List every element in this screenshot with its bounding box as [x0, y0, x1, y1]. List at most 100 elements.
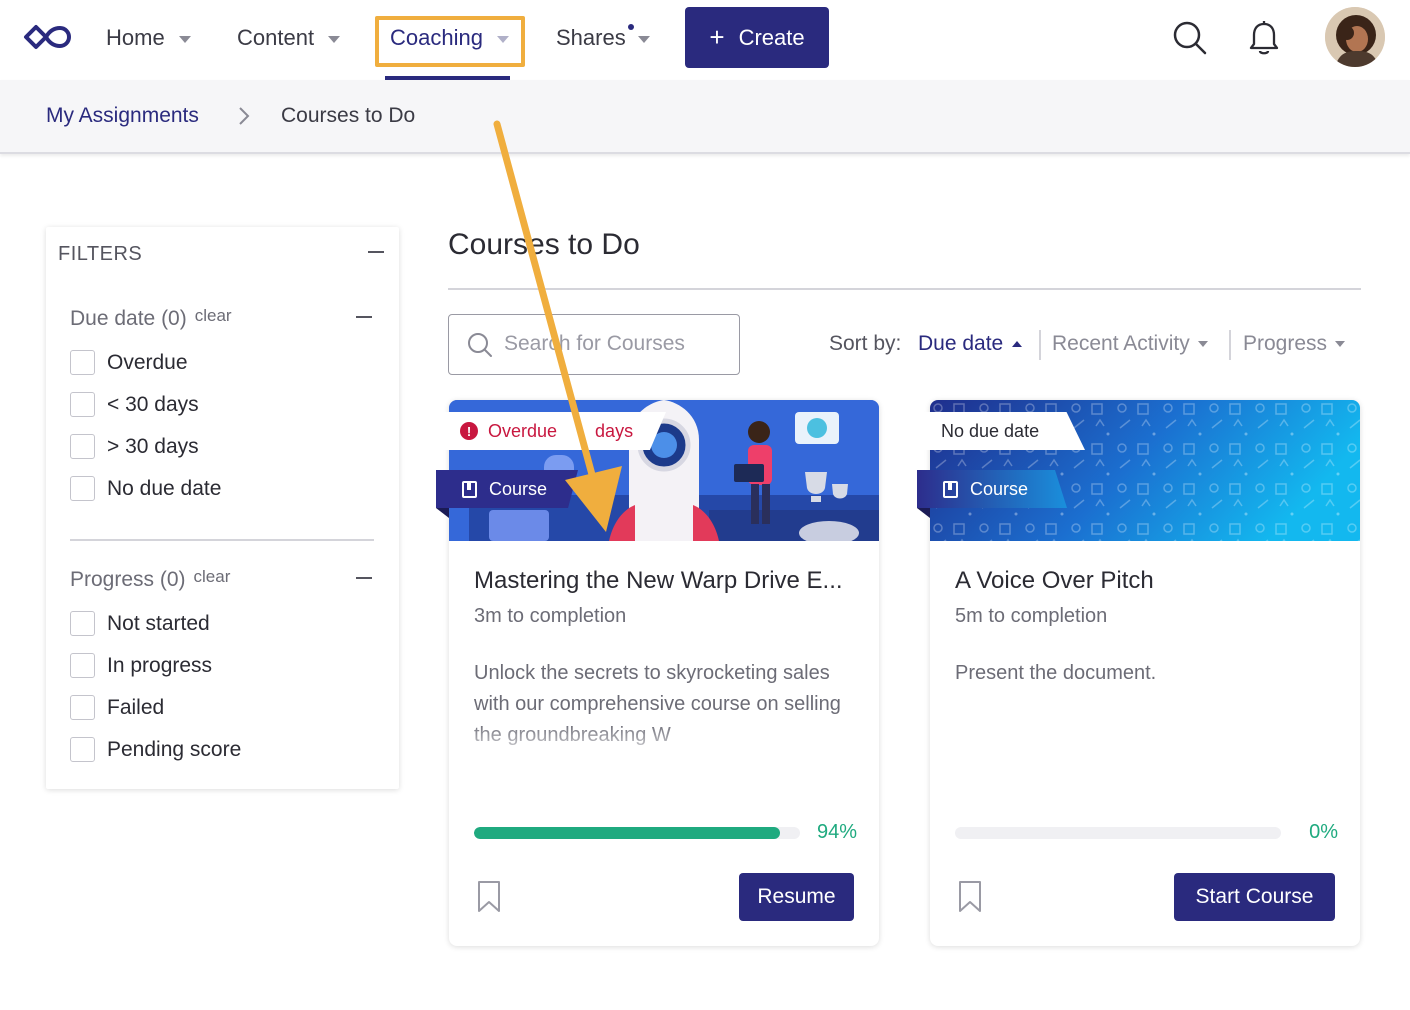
due-date-tag: No due date [917, 412, 1085, 450]
checkbox[interactable] [70, 476, 95, 501]
nav-content-label: Content [237, 25, 315, 50]
due-date-clear-link[interactable]: clear [195, 306, 232, 325]
filter-gt-30-days[interactable]: > 30 days [70, 434, 199, 459]
sort-due-date[interactable]: Due date [918, 332, 1023, 356]
course-card[interactable]: ! Overdue days Course Mastering the New … [436, 400, 879, 946]
bookmark-icon[interactable] [477, 880, 501, 913]
breadcrumb-current: Courses to Do [281, 104, 416, 127]
course-type-label: Course [970, 478, 1029, 499]
filters-title: FILTERS [58, 243, 143, 265]
avatar[interactable] [1325, 7, 1385, 67]
progress-title: Progress (0) [70, 568, 186, 591]
collapse-progress-icon[interactable] [356, 577, 372, 579]
chevron-down-icon [178, 35, 191, 43]
nav-shares-label: Shares [556, 25, 626, 50]
filter-not-started[interactable]: Not started [70, 611, 210, 636]
search-input[interactable] [504, 329, 724, 359]
course-description: Present the document. [955, 662, 1157, 684]
progress-bar [955, 827, 1281, 839]
tag-fold [917, 508, 930, 518]
due-date-title: Due date (0) [70, 307, 187, 330]
sort-divider [1039, 330, 1041, 360]
sort-progress[interactable]: Progress [1243, 332, 1346, 356]
checkbox[interactable] [70, 695, 95, 720]
book-icon [943, 480, 958, 498]
plus-icon: + [709, 22, 725, 52]
nav-shares[interactable]: Shares [556, 22, 650, 54]
filter-option-label: > 30 days [107, 434, 199, 458]
course-duration: 5m to completion [955, 605, 1108, 627]
infinity-logo-icon[interactable] [22, 22, 72, 52]
sort-recent-activity-label: Recent Activity [1052, 332, 1190, 355]
progress-bar [474, 827, 800, 839]
course-type-tag: Course [917, 470, 1067, 508]
sort-ascending-icon [1012, 341, 1023, 347]
nav-home-label: Home [106, 25, 165, 50]
bookmark-icon[interactable] [958, 880, 982, 913]
sort-label: Sort by: [829, 332, 902, 355]
chevron-right-icon [239, 107, 250, 125]
filter-failed[interactable]: Failed [70, 695, 164, 720]
sort-progress-label: Progress [1243, 332, 1328, 355]
nav-home[interactable]: Home [106, 22, 191, 54]
course-title[interactable]: A Voice Over Pitch [955, 567, 1154, 595]
filter-pending-score[interactable]: Pending score [70, 737, 241, 762]
filter-in-progress[interactable]: In progress [70, 653, 212, 678]
sort-divider [1229, 330, 1231, 360]
progress-fill [474, 827, 781, 839]
search-icon[interactable] [1172, 20, 1208, 56]
breadcrumb: My Assignments Courses to Do [0, 80, 1410, 154]
chevron-down-icon [328, 35, 341, 43]
progress-group-title: Progress (0) clear [70, 567, 231, 592]
filter-lt-30-days[interactable]: < 30 days [70, 392, 199, 417]
checkbox[interactable] [70, 737, 95, 762]
filter-option-label: Pending score [107, 737, 242, 761]
breadcrumb-link-my-assignments[interactable]: My Assignments [46, 104, 199, 128]
create-button[interactable]: + Create [685, 7, 829, 68]
course-type-tag: Course [436, 470, 578, 508]
progress-clear-link[interactable]: clear [194, 567, 231, 586]
filter-option-label: Overdue [107, 350, 188, 374]
chevron-down-icon [1197, 341, 1208, 347]
nav-content[interactable]: Content [237, 22, 341, 54]
checkbox[interactable] [70, 350, 95, 375]
nav-coaching[interactable]: Coaching [390, 22, 509, 54]
chevron-down-icon [496, 35, 509, 43]
create-button-label: Create [738, 24, 805, 50]
filter-option-label: < 30 days [107, 392, 199, 416]
course-search-box[interactable] [448, 314, 740, 375]
course-duration: 3m to completion [474, 605, 627, 627]
chevron-down-icon [637, 35, 650, 43]
sort-recent-activity[interactable]: Recent Activity [1052, 332, 1208, 356]
checkbox[interactable] [70, 392, 95, 417]
overdue-tag: ! Overdue days [436, 412, 666, 450]
checkbox[interactable] [70, 653, 95, 678]
nav-coaching-label: Coaching [390, 25, 483, 50]
collapse-filters-icon[interactable] [368, 251, 384, 253]
filters-divider [70, 539, 374, 541]
checkbox[interactable] [70, 434, 95, 459]
filter-option-label: Not started [107, 611, 210, 635]
course-type-label: Course [489, 478, 548, 499]
due-date-group-title: Due date (0) clear [70, 306, 232, 331]
filter-no-due-date[interactable]: No due date [70, 476, 221, 501]
top-nav: Home Content Coaching Shares + Create [0, 0, 1410, 80]
filter-overdue[interactable]: Overdue [70, 350, 188, 375]
filter-option-label: No due date [107, 476, 222, 500]
due-status-label: No due date [941, 420, 1040, 441]
title-divider [448, 288, 1361, 290]
overdue-days-label: days [595, 420, 634, 441]
filters-panel: FILTERS Due date (0) clear Overdue < 30 d… [46, 227, 399, 789]
chevron-down-icon [1335, 341, 1346, 347]
course-title[interactable]: Mastering the New Warp Drive E... [474, 567, 843, 595]
course-card[interactable]: No due date Course A Voice Over Pitch 5m… [917, 400, 1360, 946]
bell-icon[interactable] [1248, 20, 1280, 56]
start-course-button[interactable]: Start Course [1174, 873, 1335, 921]
notification-dot [628, 24, 634, 30]
sort-due-date-label: Due date [918, 332, 1004, 355]
resume-button[interactable]: Resume [739, 873, 854, 921]
collapse-due-date-icon[interactable] [356, 316, 372, 318]
checkbox[interactable] [70, 611, 95, 636]
tag-fold [436, 508, 449, 518]
alert-icon: ! [460, 422, 478, 440]
